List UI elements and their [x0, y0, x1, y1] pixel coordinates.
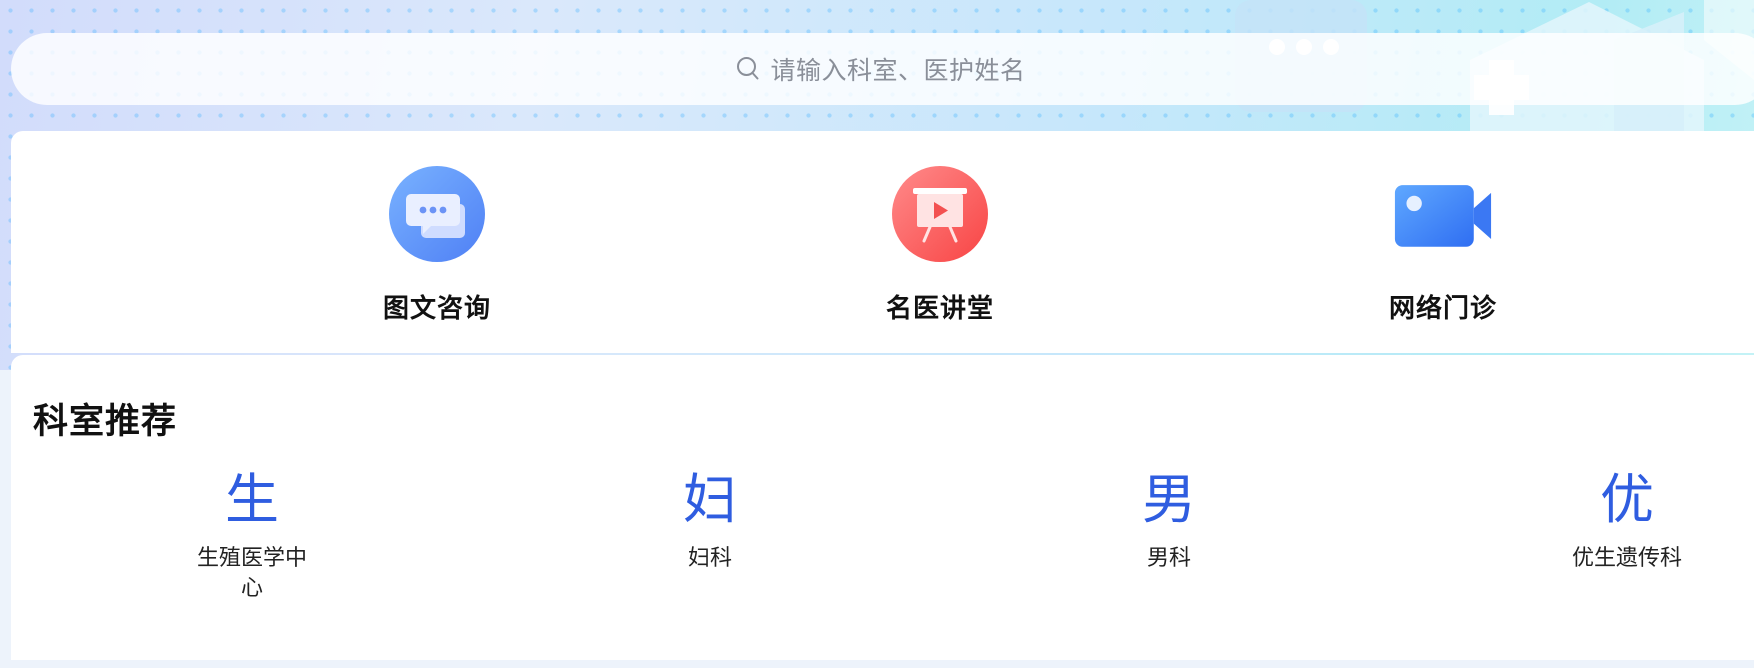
department-recommendations: 科室推荐 生 生殖医学中心 妇 妇科 男 男科 优 优生遗传科 — [11, 355, 1754, 660]
video-camera-icon — [1393, 164, 1493, 264]
service-label: 网络门诊 — [1388, 294, 1497, 324]
service-text-consult[interactable]: 图文咨询 — [347, 164, 527, 325]
department-name: 优生遗传科 — [1571, 546, 1682, 571]
department-item-andrology[interactable]: 男 男科 — [1094, 473, 1244, 574]
department-initial: 男 — [1142, 468, 1196, 531]
chat-bubbles-icon — [387, 164, 487, 264]
search-bar[interactable]: 请输入科室、医护姓名 — [11, 33, 1754, 105]
department-initial: 优 — [1600, 468, 1654, 531]
section-title: 科室推荐 — [33, 402, 178, 442]
department-name: 妇科 — [687, 546, 732, 571]
service-label: 图文咨询 — [382, 294, 491, 324]
department-item-genetics[interactable]: 优 优生遗传科 — [1552, 473, 1702, 574]
presentation-board-icon — [890, 164, 990, 264]
search-icon — [736, 56, 760, 82]
department-item-reproductive-center[interactable]: 生 生殖医学中心 — [177, 473, 327, 604]
services-panel: 图文咨询 名医讲堂 网络门诊 — [11, 131, 1754, 353]
department-initial: 妇 — [683, 468, 737, 531]
department-name: 生殖医学中心 — [196, 546, 307, 601]
search-input[interactable]: 请输入科室、医护姓名 — [770, 51, 1025, 87]
department-name: 男科 — [1146, 546, 1191, 571]
service-famous-doctor-lecture[interactable]: 名医讲堂 — [850, 164, 1030, 325]
service-online-clinic[interactable]: 网络门诊 — [1353, 164, 1533, 325]
department-item-gynecology[interactable]: 妇 妇科 — [635, 473, 785, 574]
department-initial: 生 — [225, 468, 279, 531]
service-label: 名医讲堂 — [885, 294, 994, 324]
